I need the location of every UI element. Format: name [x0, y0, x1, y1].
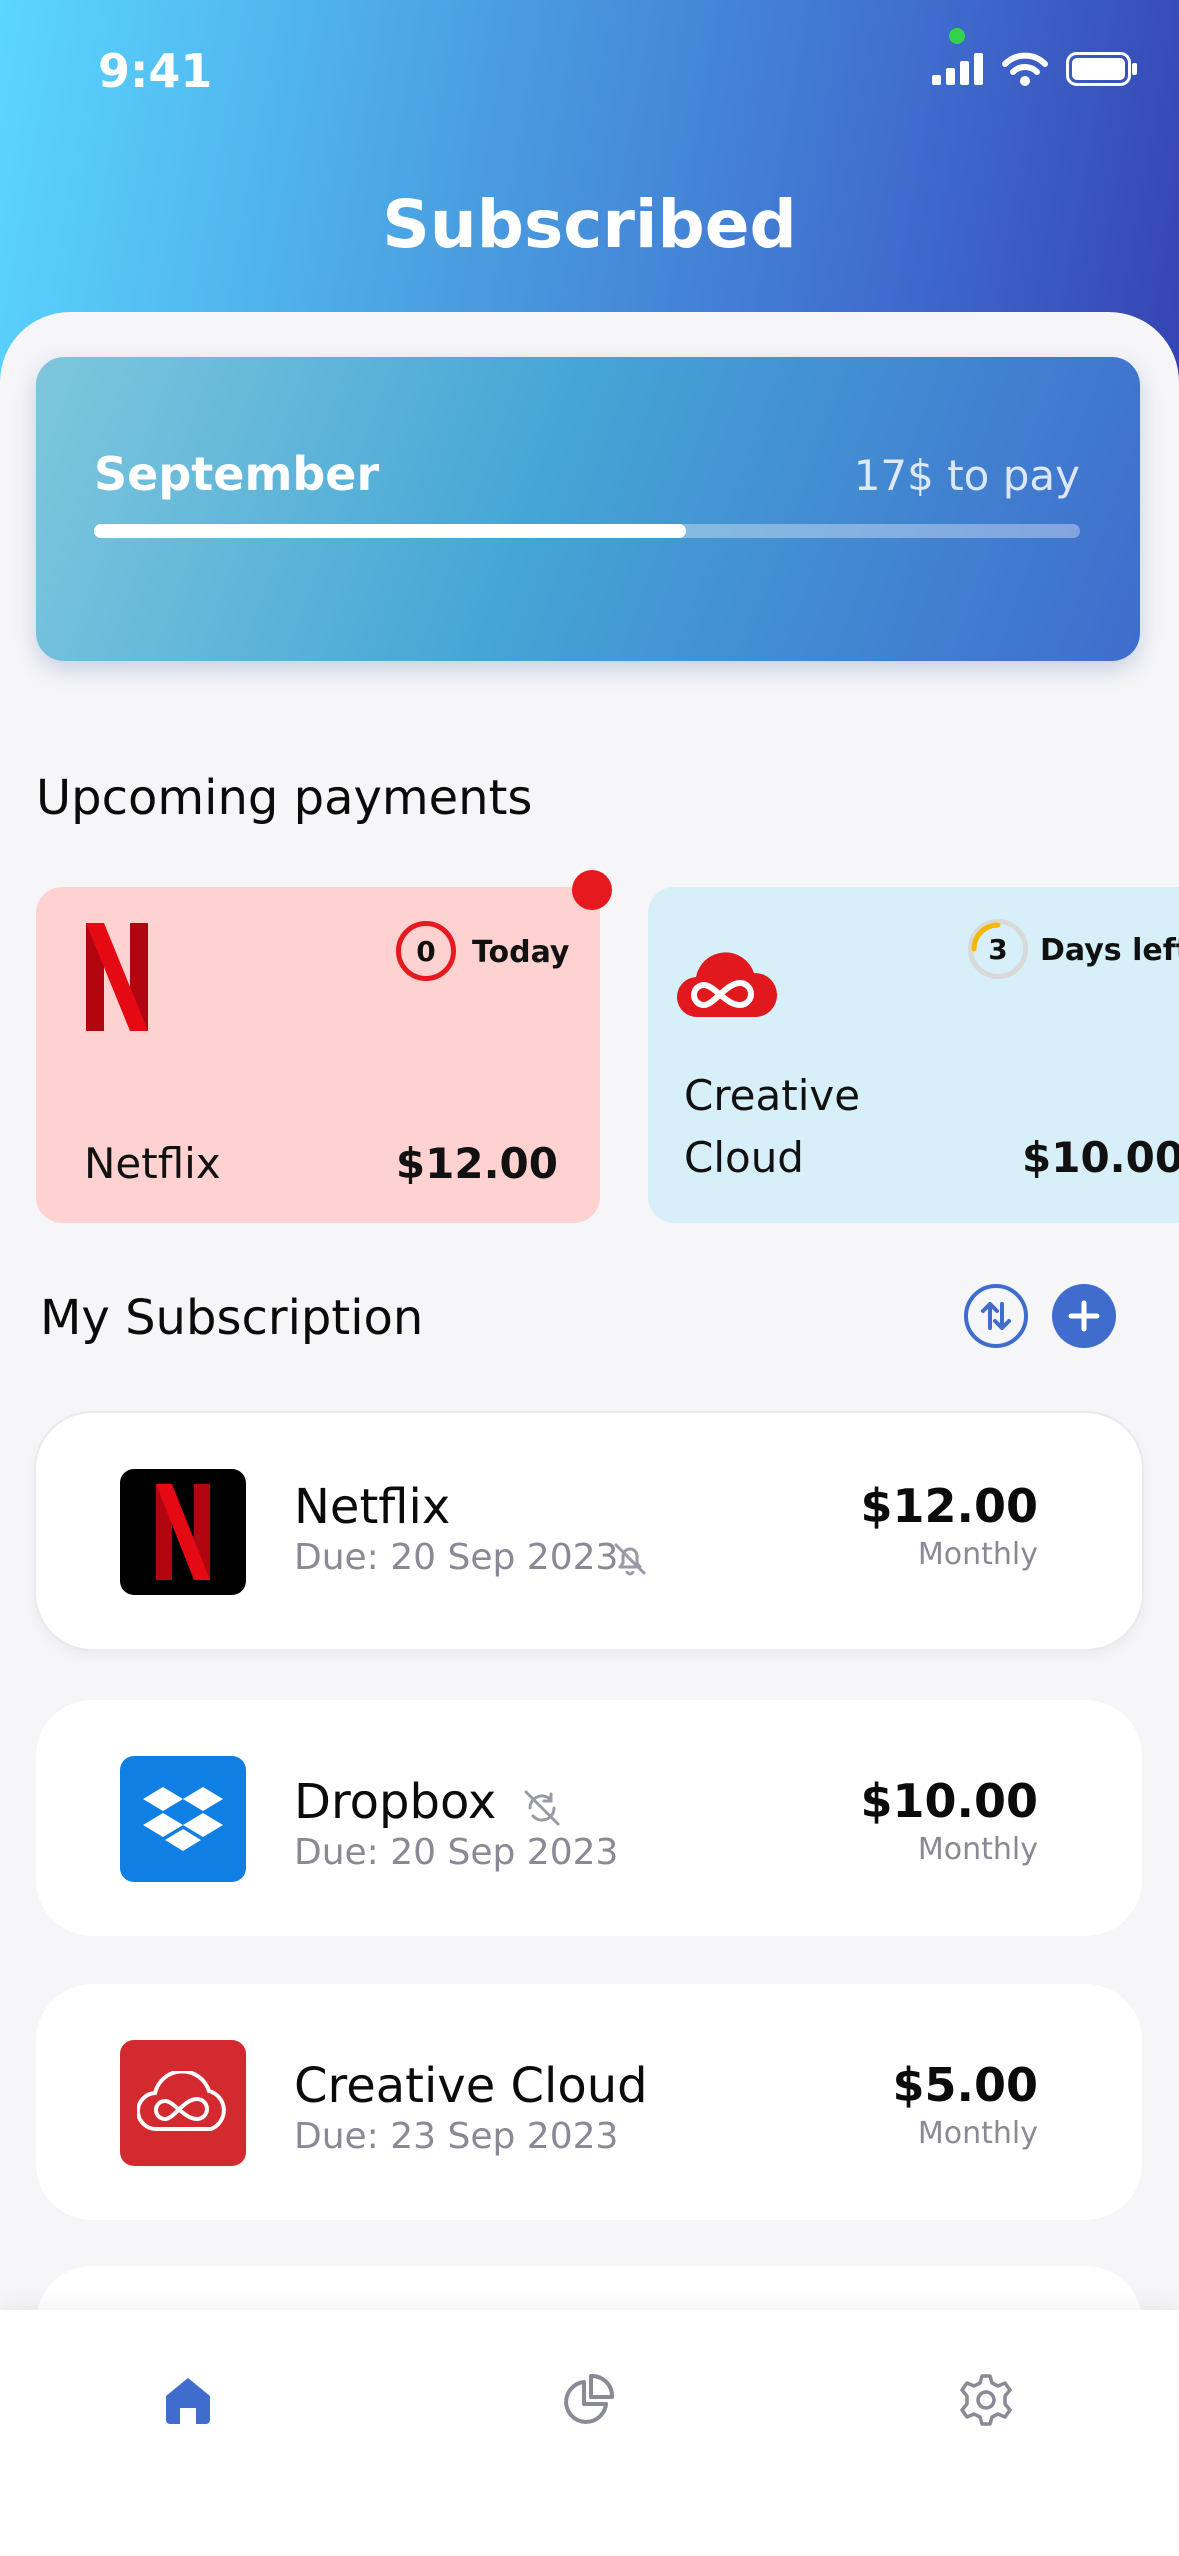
creative-cloud-logo [120, 2040, 246, 2166]
subscription-name: Creative Cloud [294, 2058, 648, 2114]
page-title: Subscribed [382, 186, 797, 263]
payment-progress-bar [94, 524, 1080, 538]
status-time: 9:41 [98, 44, 213, 98]
subscription-name: Dropbox [294, 1774, 497, 1830]
status-icons [932, 52, 1138, 86]
subscription-row-netflix[interactable]: Netflix Due: 20 Sep 2023 $12.00 Monthly [36, 1413, 1142, 1649]
subscription-price: $10.00 [860, 1774, 1038, 1828]
subscription-cycle: Monthly [917, 1832, 1038, 1867]
upcoming-price: $10.00 [1022, 1133, 1179, 1182]
battery-icon [1066, 52, 1137, 86]
add-subscription-button[interactable] [1052, 1284, 1116, 1348]
home-icon [166, 2378, 210, 2424]
netflix-logo [86, 923, 148, 1031]
monthly-summary-card[interactable]: September 17$ to pay [36, 357, 1140, 661]
subscription-price: $5.00 [892, 2058, 1038, 2112]
upcoming-card-netflix[interactable]: 0 Today Netflix $12.00 [36, 887, 600, 1223]
upcoming-name: Netflix [84, 1139, 221, 1188]
sort-icon [981, 1302, 1011, 1330]
cellular-signal-icon [932, 53, 983, 85]
netflix-logo [120, 1469, 246, 1595]
days-remaining-label: Today [472, 935, 570, 970]
my-subscription-title: My Subscription [40, 1290, 424, 1346]
subscription-cycle: Monthly [917, 1537, 1038, 1572]
notification-dot [572, 870, 612, 910]
subscription-row-dropbox[interactable]: Dropbox Due: 20 Sep 2023 $10.00 Monthly [36, 1700, 1142, 1936]
upcoming-name-line2: Cloud [684, 1133, 804, 1182]
chart-icon [564, 2374, 614, 2424]
privacy-indicator-dot [949, 28, 965, 44]
month-label: September [94, 447, 380, 501]
subscription-cycle: Monthly [917, 2116, 1038, 2151]
subscription-due-date: Due: 23 Sep 2023 [294, 2116, 619, 2157]
tab-settings[interactable] [946, 2360, 1026, 2440]
subscription-row-creative-cloud[interactable]: Creative Cloud Due: 23 Sep 2023 $5.00 Mo… [36, 1984, 1142, 2220]
wifi-icon [1002, 52, 1048, 86]
payment-progress-fill [94, 524, 686, 538]
days-remaining-badge: 0 [396, 921, 456, 981]
tab-home[interactable] [148, 2360, 228, 2440]
plus-icon [1068, 1300, 1100, 1332]
subscription-price: $12.00 [860, 1479, 1038, 1533]
amount-to-pay: 17$ to pay [853, 451, 1080, 500]
upcoming-name-line1: Creative [684, 1071, 861, 1120]
upcoming-price: $12.00 [395, 1139, 558, 1188]
dropbox-logo [120, 1756, 246, 1882]
subscription-due-date: Due: 20 Sep 2023 [294, 1832, 619, 1873]
upcoming-payments-title: Upcoming payments [36, 770, 533, 826]
tab-statistics[interactable] [548, 2360, 628, 2440]
autorenew-off-icon [524, 1790, 560, 1826]
days-progress-arc [971, 922, 1001, 952]
settings-icon [960, 2374, 1012, 2426]
subscription-name: Netflix [294, 1479, 451, 1535]
upcoming-card-creative-cloud[interactable]: 3 Days left Creative Cloud $10.00 [648, 887, 1179, 1223]
sort-button[interactable] [964, 1284, 1028, 1348]
bell-off-icon [614, 1543, 646, 1576]
days-remaining-label: Days left [1040, 933, 1179, 968]
subscription-due-date: Due: 20 Sep 2023 [294, 1537, 619, 1578]
creative-cloud-logo [676, 952, 778, 1018]
bottom-tab-bar [0, 2310, 1179, 2556]
